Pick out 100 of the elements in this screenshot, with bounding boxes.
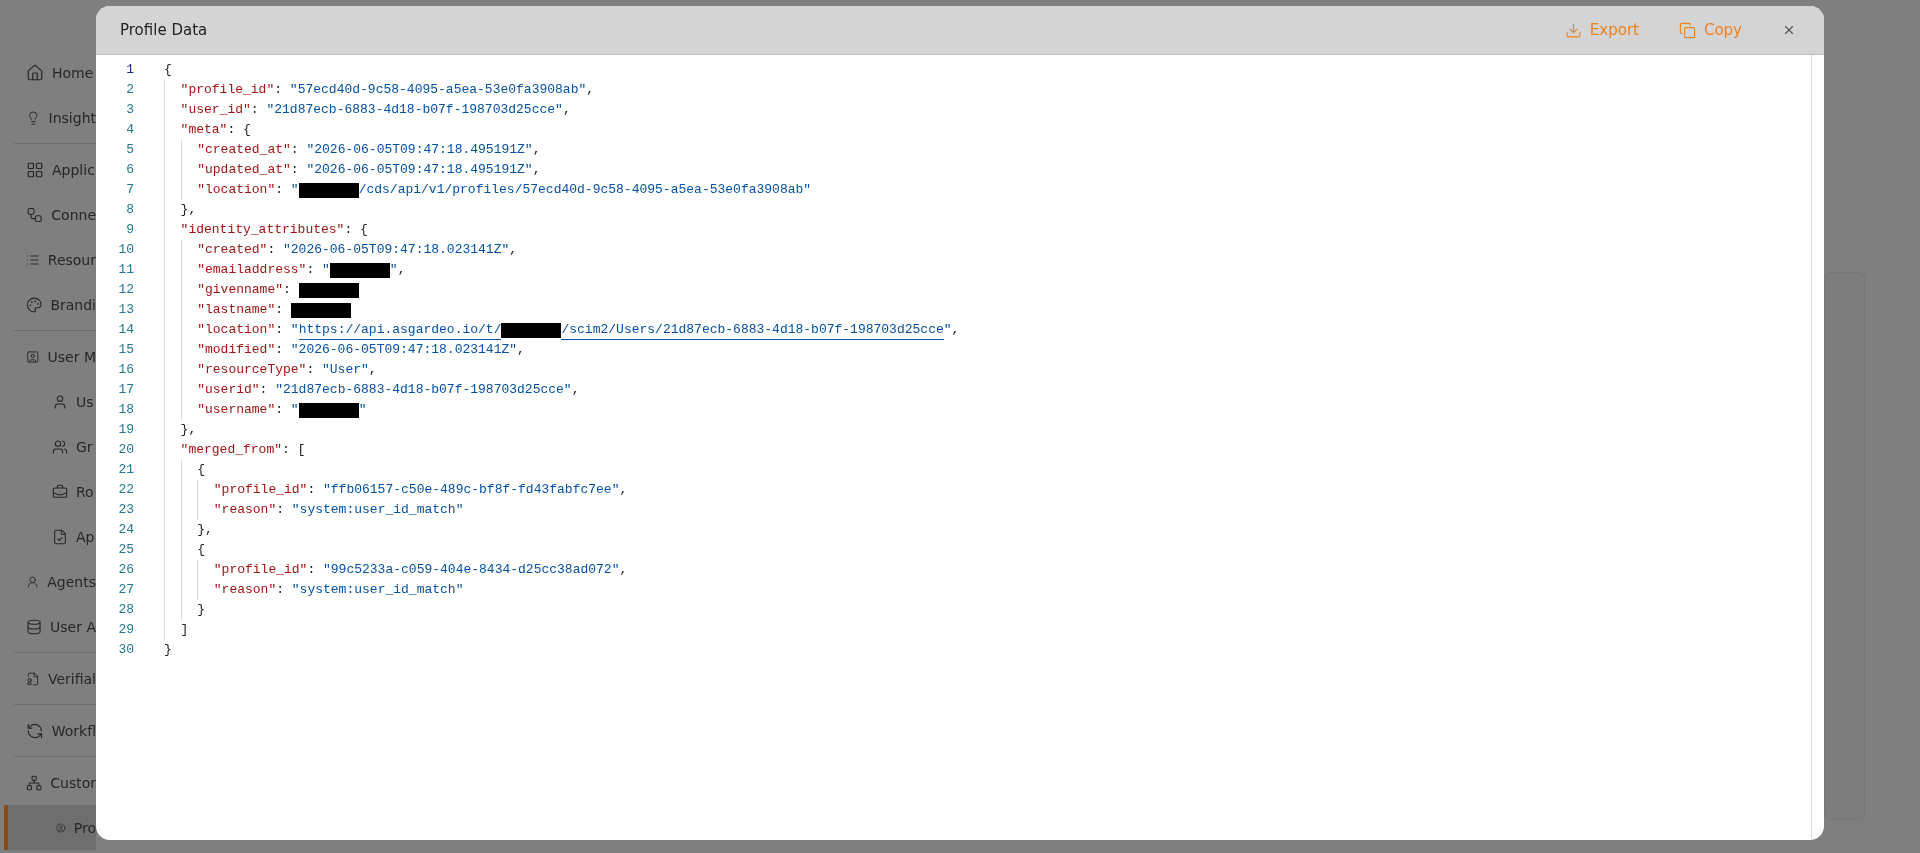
database-icon — [26, 617, 43, 636]
line-number: 26 — [118, 561, 134, 579]
json-key: "profile_id" — [213, 560, 308, 580]
line-number: 21 — [118, 461, 134, 479]
link[interactable]: https://api.asgardeo.io/t/ — [298, 320, 502, 340]
line-number: 8 — [126, 201, 134, 219]
line-number: 24 — [118, 521, 134, 539]
line-number: 28 — [118, 601, 134, 619]
sidebar-item[interactable]: Custor — [0, 760, 96, 805]
json-punctuation: , — [368, 361, 377, 379]
json-string: "2026-06-05T09:47:18.495191Z" — [306, 141, 533, 159]
json-string: " — [943, 321, 952, 339]
sidebar-item[interactable]: Workfl — [0, 708, 96, 753]
json-punctuation: : [ — [282, 441, 306, 459]
sidebar-subitem[interactable]: Gr — [0, 424, 96, 469]
line-number: 20 — [118, 441, 134, 459]
json-string: "2026-06-05T09:47:18.023141Z" — [283, 241, 510, 259]
json-punctuation: }, — [180, 421, 197, 439]
json-key: "reason" — [213, 580, 277, 600]
sidebar-item[interactable]: Home — [0, 50, 96, 95]
json-string: " — [389, 261, 398, 279]
users-icon — [52, 438, 68, 455]
lightbulb-icon — [26, 108, 41, 127]
sidebar-item[interactable]: Verifial — [0, 656, 96, 701]
json-string: "2026-06-05T09:47:18.023141Z" — [290, 341, 518, 359]
json-punctuation: : — [275, 301, 284, 319]
json-punctuation: , — [619, 481, 628, 499]
json-punctuation: , — [532, 141, 541, 159]
sidebar-item[interactable]: Insight — [0, 95, 96, 140]
json-string: " — [358, 401, 367, 419]
sidebar-item[interactable]: Agents — [0, 559, 96, 604]
sidebar-subitem[interactable]: Ro — [0, 469, 96, 514]
line-number: 11 — [118, 261, 134, 279]
tree-icon — [26, 773, 43, 792]
json-string: " — [290, 181, 299, 199]
json-string: "ffb06157-c50e-489c-bf8f-fd43fabfc7ee" — [323, 481, 620, 499]
line-number: 23 — [118, 501, 134, 519]
json-key: "updated_at" — [197, 160, 291, 180]
json-punctuation: : — [267, 241, 277, 259]
line-number: 15 — [118, 341, 134, 359]
json-key: "location" — [197, 320, 276, 340]
json-punctuation: , — [532, 161, 541, 179]
line-number: 13 — [118, 301, 134, 319]
briefcase-icon — [52, 483, 68, 500]
sidebar-item[interactable]: User M — [0, 334, 96, 379]
json-punctuation: : — [276, 501, 285, 519]
line-number: 17 — [118, 381, 134, 399]
json-punctuation: : — [275, 321, 284, 339]
json-string: "21d87ecb-6883-4d18-b07f-198703d25cce" — [275, 381, 572, 399]
json-punctuation: ] — [180, 621, 189, 639]
line-number: 12 — [118, 281, 134, 299]
sidebar-item[interactable]: Applic — [0, 147, 96, 192]
line-number: 30 — [118, 641, 134, 659]
line-number: 29 — [118, 621, 134, 639]
json-key: "lastname" — [197, 300, 276, 320]
redaction-bar — [298, 403, 359, 418]
link[interactable]: /scim2/Users/21d87ecb-6883-4d18-b07f-198703d25cce — [561, 320, 944, 340]
sidebar-subitem[interactable]: Us — [0, 379, 96, 424]
line-number: 19 — [118, 421, 134, 439]
json-punctuation: : — [275, 341, 284, 359]
json-string: "system:user_id_match" — [291, 581, 464, 599]
refresh-icon — [26, 721, 44, 740]
json-punctuation: }, — [180, 201, 197, 219]
json-key: "created_at" — [197, 140, 291, 160]
json-punctuation: : — [275, 401, 284, 419]
network-icon — [26, 205, 44, 224]
copy-icon — [1678, 21, 1696, 39]
json-key: "identity_attributes" — [180, 220, 345, 240]
json-punctuation: , — [619, 561, 628, 579]
line-number: 18 — [118, 401, 134, 419]
sidebar-subitem[interactable]: Pro — [4, 805, 96, 850]
json-key: "resourceType" — [197, 360, 307, 380]
json-key: "meta" — [180, 120, 228, 140]
line-number: 22 — [118, 481, 134, 499]
json-string: " — [290, 401, 299, 419]
json-punctuation: , — [951, 321, 960, 339]
user-icon — [52, 393, 68, 410]
json-punctuation: : — [283, 281, 292, 299]
json-key: "location" — [197, 180, 276, 200]
grid-icon — [26, 160, 44, 179]
line-number: 27 — [118, 581, 134, 599]
json-punctuation: : — [290, 161, 300, 179]
line-number: 3 — [126, 101, 134, 119]
redaction-bar — [298, 283, 359, 298]
sidebar-item[interactable]: Brandi — [0, 282, 96, 327]
sidebar-item[interactable]: Conne — [0, 192, 96, 237]
sidebar-item[interactable]: Resour — [0, 237, 96, 282]
sidebar-item[interactable]: User A — [0, 604, 96, 649]
line-number: 14 — [118, 321, 134, 339]
line-number: 9 — [126, 221, 134, 239]
json-string: /cds/api/v1/profiles/57ecd40d-9c58-4095-a5ea-53e0fa3908ab" — [358, 181, 812, 199]
json-punctuation: : — [274, 81, 284, 99]
json-punctuation: , — [397, 261, 406, 279]
json-key: "emailaddress" — [197, 260, 307, 280]
json-punctuation: , — [586, 81, 595, 99]
line-number: 5 — [126, 141, 134, 159]
json-punctuation: : { — [227, 121, 251, 139]
json-key: "userid" — [197, 380, 260, 400]
redaction-bar — [298, 183, 359, 198]
sidebar-subitem[interactable]: Ap — [0, 514, 96, 559]
